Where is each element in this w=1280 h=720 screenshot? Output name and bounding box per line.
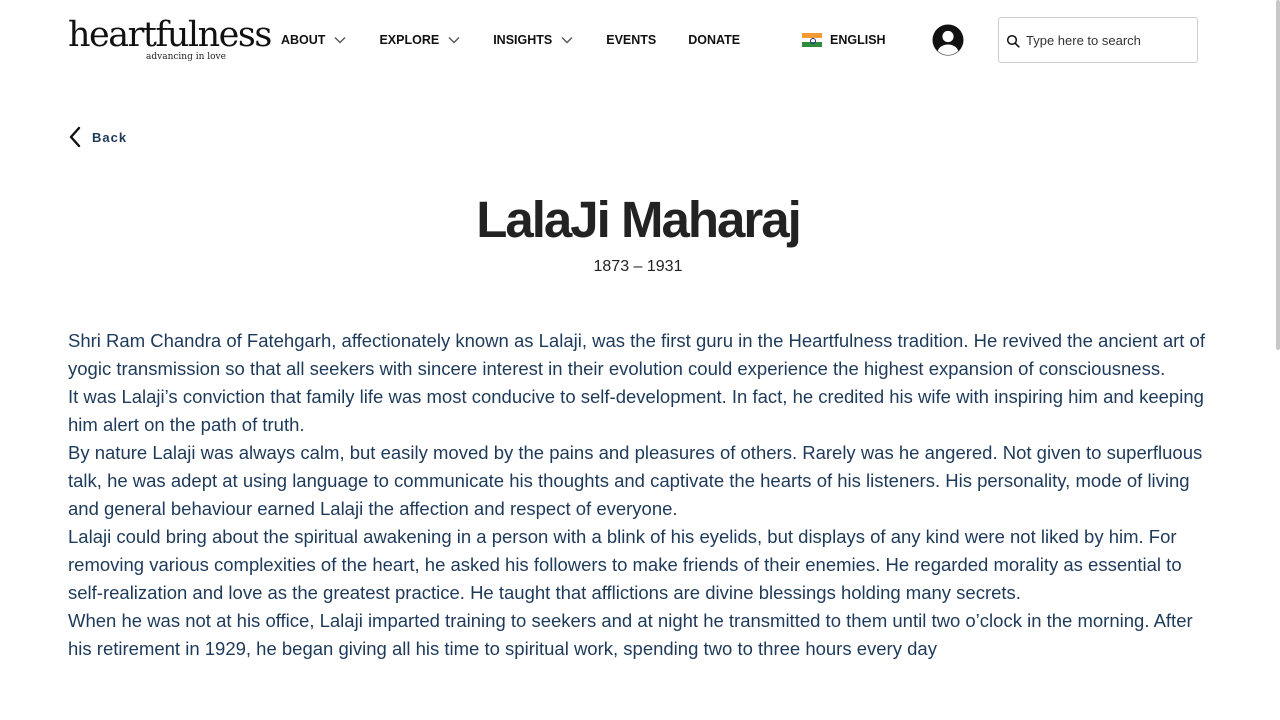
logo-wordmark: heartfulness <box>68 15 272 55</box>
page-title: LalaJi Maharaj <box>476 191 802 248</box>
life-dates: 1873 – 1931 <box>593 258 683 275</box>
nav-item-label: ABOUT <box>281 33 326 47</box>
chevron-down-icon <box>334 37 346 44</box>
chevron-down-icon <box>448 37 460 44</box>
chevron-left-icon <box>69 126 81 148</box>
page-scrollbar[interactable] <box>1276 0 1280 350</box>
back-label: Back <box>92 129 128 145</box>
nav-item-insights[interactable]: INSIGHTS <box>493 33 573 47</box>
heartfulness-logo[interactable]: heartfulness advancing in love <box>68 15 272 64</box>
paragraph: By nature Lalaji was always calm, but ea… <box>68 442 1203 519</box>
paragraph: Shri Ram Chandra of Fatehgarh, affection… <box>68 330 1205 379</box>
user-avatar-icon[interactable] <box>932 24 964 56</box>
nav-item-label: INSIGHTS <box>493 33 553 47</box>
nav-item-label: EVENTS <box>606 33 657 47</box>
site-header: heartfulness advancing in love ABOUT EXP… <box>0 0 1280 80</box>
chevron-down-icon <box>561 37 573 44</box>
biography-text: Shri Ram Chandra of Fatehgarh, affection… <box>68 327 1218 663</box>
india-flag-icon <box>802 33 822 48</box>
nav-item-donate[interactable]: DONATE <box>688 33 740 47</box>
logo-tagline: advancing in love <box>146 52 226 62</box>
nav-item-events[interactable]: EVENTS <box>606 33 656 47</box>
paragraph: Lalaji could bring about the spiritual a… <box>68 526 1182 603</box>
nav-item-explore[interactable]: EXPLORE <box>379 33 460 47</box>
search-icon <box>1006 34 1020 48</box>
back-link[interactable]: Back <box>68 126 127 148</box>
nav-item-about[interactable]: ABOUT <box>281 33 346 47</box>
language-label: ENGLISH <box>830 33 886 47</box>
paragraph: It was Lalaji’s conviction that family l… <box>68 386 1204 435</box>
nav-item-label: EXPLORE <box>379 33 440 47</box>
main-nav: ABOUT EXPLORE INSIGHTS EVENTS DONATE <box>281 31 740 49</box>
paragraph: When he was not at his office, Lalaji im… <box>68 610 1193 659</box>
search-input[interactable] <box>1026 32 1191 48</box>
language-selector[interactable]: ENGLISH <box>802 33 886 48</box>
search-box[interactable] <box>998 17 1198 63</box>
nav-item-label: DONATE <box>688 33 741 47</box>
